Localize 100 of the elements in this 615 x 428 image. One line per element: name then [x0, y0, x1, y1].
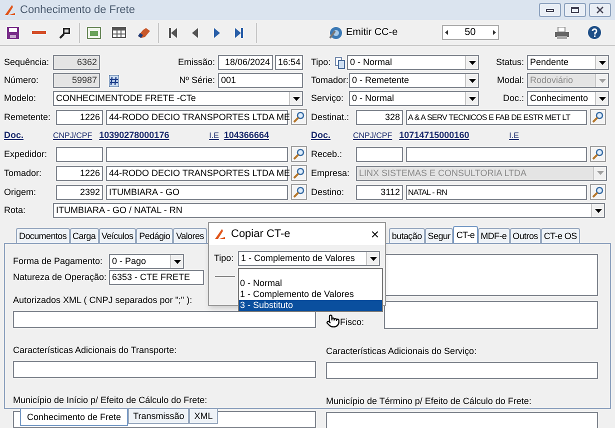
combo-box[interactable]: 0 - Normal	[349, 91, 479, 106]
name-field[interactable]: 44-RODO DECIO TRANSPORTES LTDA ME	[106, 166, 288, 180]
combo-box[interactable]: ITUMBIARA - GO / NATAL - RN	[53, 203, 605, 218]
field-label: Remetente:	[4, 110, 52, 124]
search-button[interactable]	[291, 184, 307, 200]
cnpj-value: 10390278000176	[99, 128, 170, 142]
service-field[interactable]	[326, 362, 598, 379]
hand-cursor-icon	[326, 314, 340, 328]
search-icon	[293, 186, 305, 198]
tab[interactable]: XML	[189, 409, 218, 424]
search-button[interactable]	[590, 146, 606, 162]
tab[interactable]: Transmissão	[128, 409, 190, 424]
dialog-title: Copiar CT-e	[231, 226, 290, 242]
number-field[interactable]: 59987	[53, 73, 100, 88]
field-label: Destinat.:	[311, 110, 350, 124]
search-button[interactable]	[590, 109, 606, 125]
field-label: Nº Série:	[178, 74, 216, 87]
close-button[interactable]	[589, 3, 611, 17]
field-label: Tomador:	[4, 166, 43, 180]
field-label: Município de Início p/ Efeito de Cálculo do Frete:	[13, 395, 208, 405]
date-field[interactable]: 18/06/2024	[218, 55, 273, 70]
tab[interactable]: Segur	[424, 228, 454, 243]
field-label: Status:	[494, 56, 525, 69]
combo-box[interactable]: 0 - Normal	[347, 55, 479, 70]
field-label: Natureza de Operação:	[13, 271, 108, 284]
dropdown-option[interactable]: 3 - Substituto	[239, 300, 382, 311]
field-label: Emissão:	[176, 56, 216, 69]
spinner-value: 50	[464, 26, 476, 39]
tab[interactable]: CT-e OS	[540, 228, 580, 243]
code-field[interactable]	[356, 146, 403, 162]
field-label: Sequência:	[4, 56, 50, 69]
tab[interactable]: Pedágio	[136, 228, 174, 243]
tab[interactable]: MDF-e	[478, 228, 510, 243]
ie-link[interactable]: I.E	[209, 130, 219, 142]
search-button[interactable]	[291, 109, 307, 125]
search-button[interactable]	[291, 165, 307, 181]
name-field[interactable]: ITUMBIARA - GO	[106, 184, 288, 200]
series-field[interactable]: 001	[218, 73, 303, 88]
fisco-field[interactable]	[384, 301, 598, 329]
dropdown-option[interactable]: 1 - Complemento de Valores	[239, 289, 382, 300]
code-field[interactable]: 1226	[56, 166, 103, 180]
combo-box[interactable]: 0 - Remetente	[349, 73, 479, 88]
operation-field[interactable]: 6353 - CTE FRETE	[109, 270, 204, 285]
transport-field[interactable]	[13, 361, 316, 378]
xml-field[interactable]	[13, 311, 316, 328]
tab[interactable]: Valores	[173, 228, 207, 243]
cnpj-value: 10714715000160	[399, 128, 470, 142]
cnpj-link[interactable]: CNPJ/CPF	[53, 130, 92, 142]
search-icon	[592, 111, 604, 123]
copy-icon[interactable]	[335, 56, 345, 68]
field-label: Número:	[4, 74, 40, 87]
code-field[interactable]: 328	[356, 110, 403, 124]
maximize-icon	[571, 7, 579, 13]
combo-box[interactable]: CONHECIMENTODE FRETE -CTe	[53, 91, 303, 106]
name-field[interactable]	[106, 146, 288, 162]
field-label: Modelo:	[4, 92, 38, 105]
field-label: Origem:	[4, 186, 38, 198]
combo-box[interactable]: 0 - Pago	[109, 254, 184, 269]
sequence-field[interactable]: 6362	[53, 55, 100, 70]
maximize-button[interactable]	[564, 3, 586, 17]
minimize-icon	[546, 8, 554, 12]
field-label: Tipo:	[214, 252, 235, 265]
ie-link[interactable]: I.E	[509, 130, 519, 142]
search-button[interactable]	[291, 146, 307, 162]
minimize-button[interactable]	[539, 3, 561, 17]
tab[interactable]: Veículos	[98, 228, 136, 243]
app-logo-icon	[4, 4, 16, 16]
search-button[interactable]	[590, 184, 606, 200]
doc-link[interactable]: Doc.	[4, 128, 53, 142]
name-field[interactable]: A & A SERV TECNICOS E FAB DE ESTR MET LT	[406, 110, 587, 124]
field-label: Autorizados XML ( CNPJ separados por ";" ):	[13, 295, 192, 305]
time-field[interactable]: 16:54	[275, 55, 303, 70]
tab[interactable]: Documentos	[16, 228, 70, 243]
emit-cce-button[interactable]: Emitir CC-e	[327, 24, 398, 40]
name-field[interactable]: NATAL - RN	[406, 184, 587, 200]
code-field[interactable]: 3112	[356, 184, 403, 200]
end-city-field[interactable]	[326, 412, 598, 428]
field-label: Características Adicionais do Transporte:	[13, 345, 177, 355]
page-spinner[interactable]: 50	[442, 25, 499, 40]
search-icon	[293, 167, 305, 179]
combo-box[interactable]: Pendente	[527, 55, 609, 70]
code-field[interactable]: 2392	[56, 184, 103, 200]
name-field[interactable]: 44-RODO DECIO TRANSPORTES LTDA ME	[106, 110, 288, 124]
tab[interactable]: Conhecimento de Frete	[20, 409, 128, 426]
tab[interactable]: Outros	[510, 228, 541, 243]
tab[interactable]: Carga	[70, 228, 99, 243]
tab[interactable]: butação	[388, 228, 425, 243]
doc-link[interactable]: Doc.	[311, 128, 353, 142]
combo-box[interactable]: Conhecimento	[527, 91, 609, 106]
combo-box[interactable]: 1 - Complemento de Valores	[238, 251, 380, 266]
code-field[interactable]: 1226	[56, 110, 103, 124]
dropdown-option[interactable]: 0 - Normal	[239, 278, 382, 289]
close-button[interactable]: ×	[370, 227, 379, 241]
field-label: Modal:	[496, 74, 525, 87]
code-field[interactable]	[56, 146, 103, 162]
name-field[interactable]	[406, 146, 587, 162]
field-label: Destino:	[311, 186, 346, 198]
hash-icon[interactable]	[109, 74, 119, 86]
tab[interactable]: CT-e	[453, 226, 478, 243]
cnpj-link[interactable]: CNPJ/CPF	[353, 130, 392, 142]
